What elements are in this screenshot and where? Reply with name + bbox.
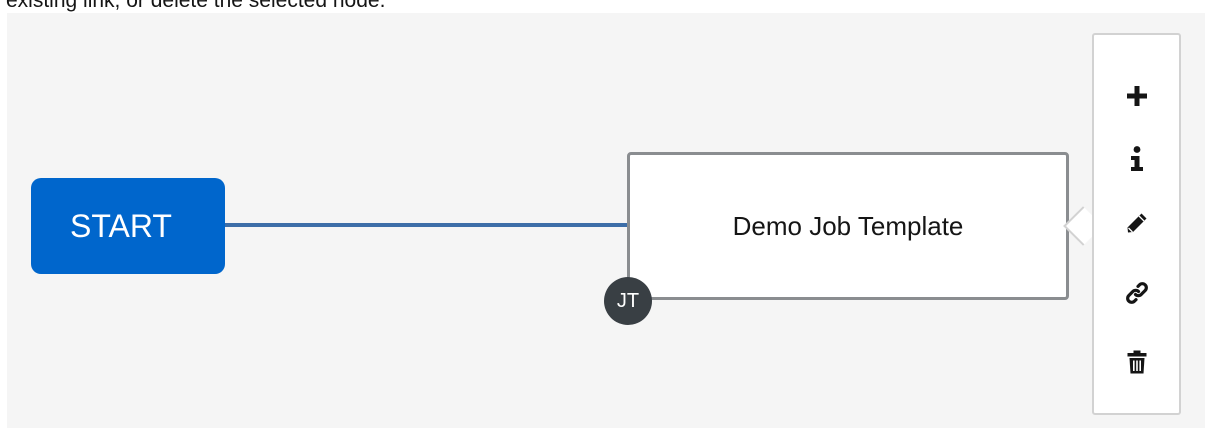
node-info-button[interactable] [1094,130,1179,188]
start-node[interactable]: START [31,178,225,274]
info-icon [1130,146,1143,171]
workflow-canvas[interactable]: START Demo Job Template JT [7,13,1205,428]
edit-node-button[interactable] [1094,194,1179,252]
workflow-link[interactable] [225,223,629,227]
plus-icon [1126,86,1147,106]
link-icon [1125,282,1148,304]
node-type-badge: JT [604,277,652,325]
add-node-button[interactable] [1094,67,1179,125]
pencil-icon [1127,213,1146,233]
link-node-button[interactable] [1094,264,1179,322]
trash-icon [1127,350,1146,374]
job-template-node[interactable]: Demo Job Template [627,152,1069,300]
instructions-text: existing link, or delete the selected no… [6,0,386,12]
node-label: Demo Job Template [732,210,964,241]
node-tools-panel [1092,33,1181,415]
delete-node-button[interactable] [1094,333,1179,391]
